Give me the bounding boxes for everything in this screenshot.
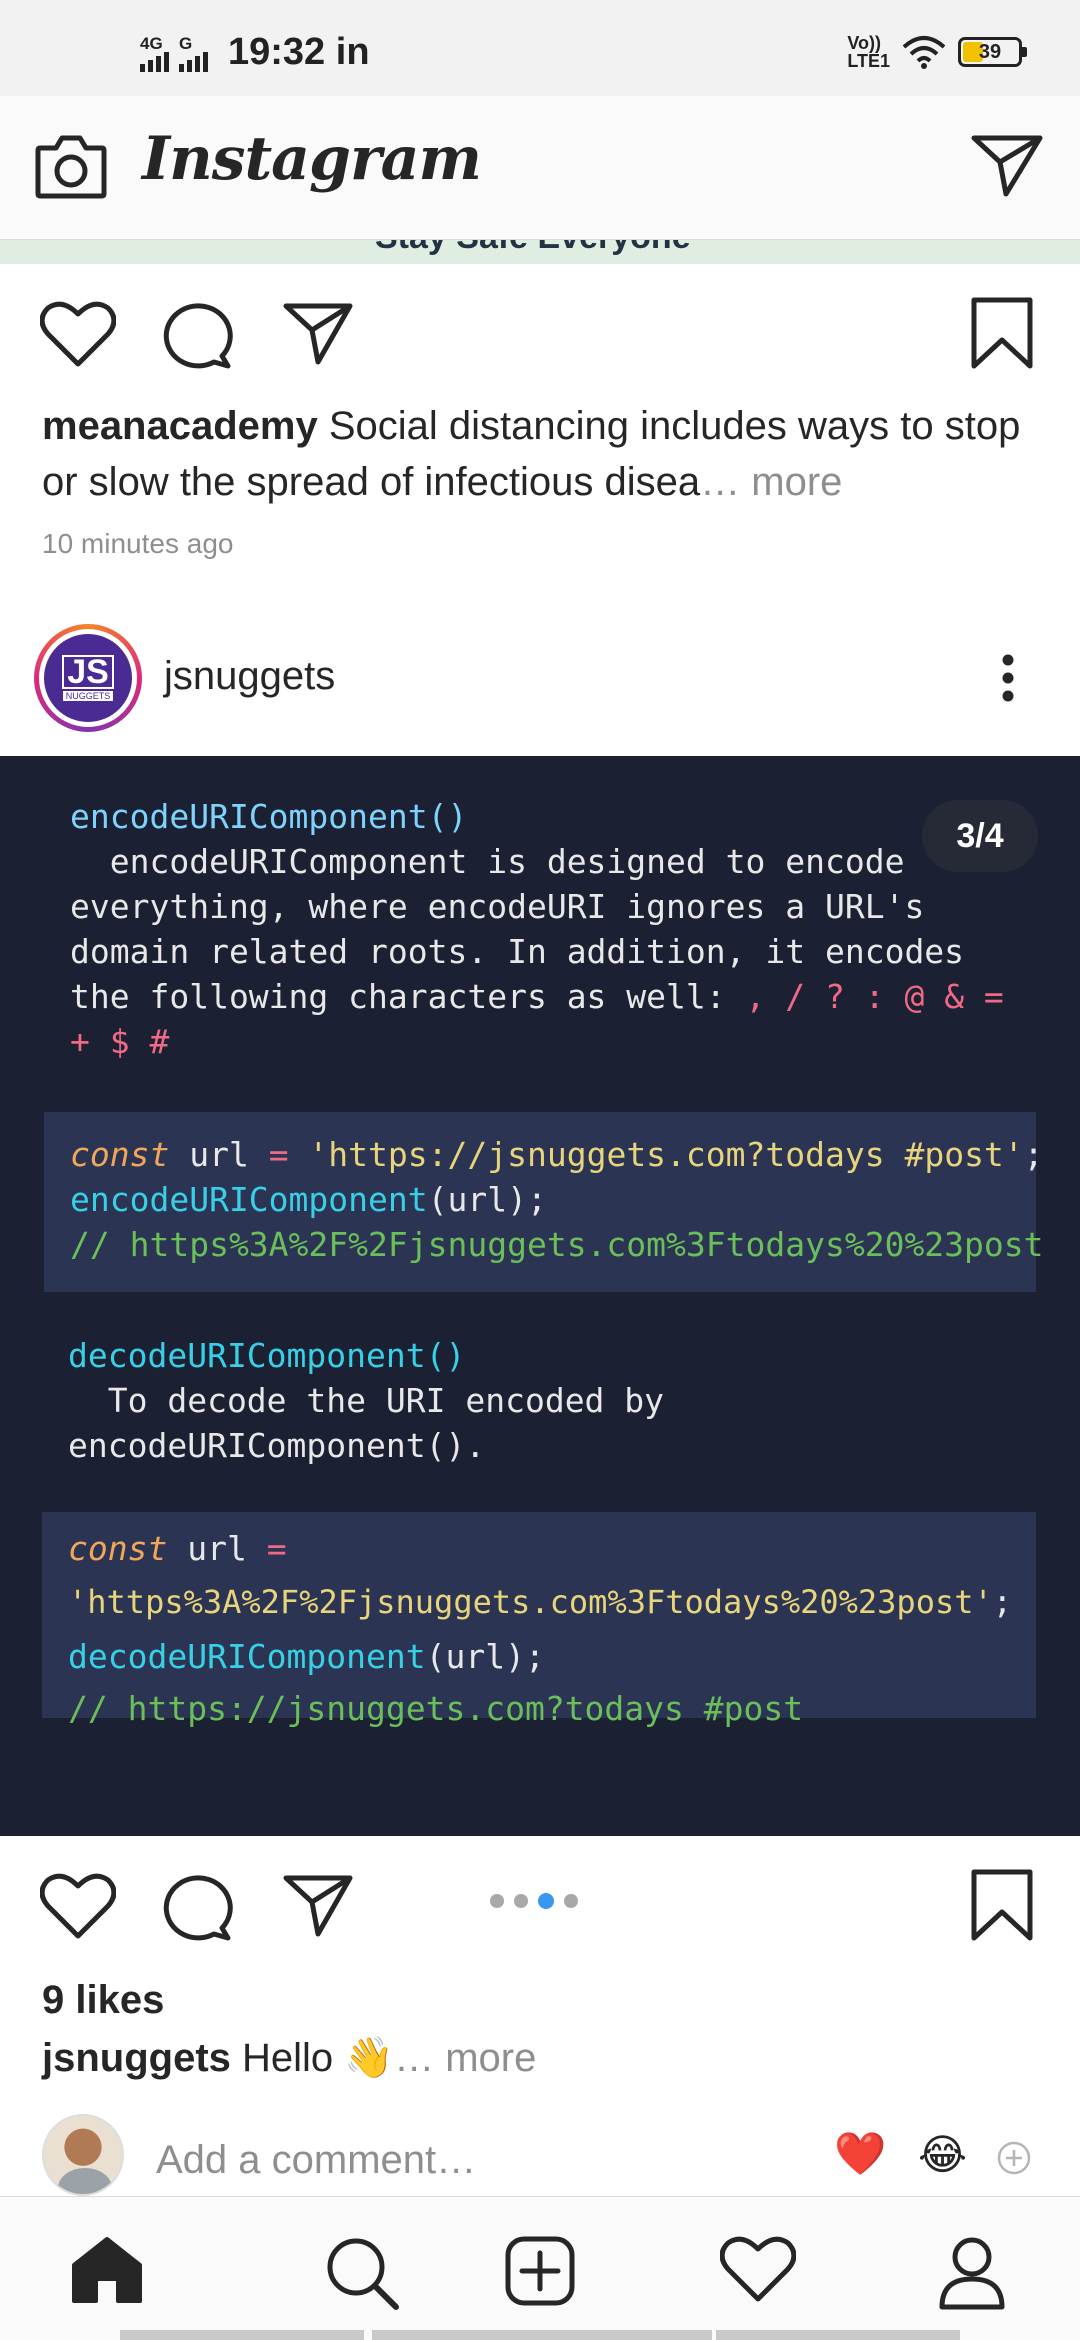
- direct-send-icon[interactable]: [970, 132, 1044, 198]
- carousel-dot-active: [538, 1893, 554, 1909]
- slide-para-line: To decode the URI encoded by: [68, 1381, 665, 1420]
- post-username[interactable]: jsnuggets: [164, 654, 335, 699]
- likes-count[interactable]: 9 likes: [42, 1978, 164, 2023]
- like-heart-icon[interactable]: [40, 1872, 116, 1940]
- caption-more-link[interactable]: … more: [394, 2036, 536, 2080]
- code-line: const url = 'https://jsnuggets.com?today…: [70, 1135, 1044, 1174]
- code-line: decodeURIComponent(url);: [68, 1637, 545, 1676]
- carousel-counter: 3/4: [922, 800, 1038, 872]
- slide-title-decode: decodeURIComponent(): [68, 1336, 466, 1375]
- more-options-icon[interactable]: [998, 650, 1018, 706]
- camera-icon[interactable]: [34, 134, 108, 200]
- post-timestamp: 10 minutes ago: [42, 528, 234, 559]
- gesture-bar: [716, 2330, 960, 2340]
- prev-post-image-text: Stay Safe Everyone: [375, 240, 691, 257]
- avatar-text: JS: [62, 655, 114, 689]
- slide-para-line: everything, where encodeURI ignores a UR…: [70, 887, 925, 926]
- bottom-navigation: [0, 2196, 1080, 2340]
- save-bookmark-icon[interactable]: [970, 296, 1034, 370]
- carousel-dots: [490, 1893, 578, 1909]
- previous-post-caption: meanacademy Social distancing includes w…: [42, 398, 1042, 510]
- app-logo: Instagram: [142, 124, 482, 194]
- network-type-label-2: G: [179, 34, 193, 53]
- network-type-label: 4G: [140, 34, 163, 53]
- jsnuggets-logo: JS NUGGETS: [44, 634, 132, 722]
- status-left: 4G G 19:32 in: [140, 32, 370, 72]
- quick-reaction-heart[interactable]: ❤️: [834, 2130, 886, 2179]
- battery-level: 39: [978, 40, 1002, 63]
- code-comment: // https://jsnuggets.com?todays #post: [68, 1689, 804, 1728]
- code-comment: // https%3A%2F%2Fjsnuggets.com%3Ftodays%…: [70, 1225, 1044, 1264]
- slide-para-line: encodeURIComponent().: [68, 1426, 486, 1465]
- carousel-dot: [514, 1894, 528, 1908]
- slide-para-line: + $ #: [70, 1022, 170, 1061]
- share-icon[interactable]: [282, 1872, 354, 1938]
- code-line: 'https%3A%2F%2Fjsnuggets.com%3Ftodays%20…: [68, 1583, 1013, 1621]
- slide-para-line: the following characters as well: , / ? …: [70, 977, 1004, 1016]
- carousel-dot: [564, 1894, 578, 1908]
- status-bar: 4G G 19:32 in Vo)) LTE1 39: [0, 0, 1080, 96]
- caption-text: Hello 👋: [230, 2036, 395, 2080]
- comment-input[interactable]: [156, 2132, 796, 2188]
- activity-heart-icon[interactable]: [720, 2235, 796, 2303]
- user-avatar[interactable]: JS NUGGETS: [34, 624, 142, 732]
- quick-reaction-laugh[interactable]: 😂: [918, 2130, 967, 2179]
- my-avatar: [42, 2114, 124, 2196]
- search-icon[interactable]: [324, 2235, 400, 2311]
- avatar-subtext: NUGGETS: [62, 691, 114, 701]
- slide-para-line: domain related roots. In addition, it en…: [70, 932, 965, 971]
- gesture-bar: [372, 2330, 712, 2340]
- caption-username[interactable]: jsnuggets: [42, 2036, 231, 2080]
- signal-strength-icon-2: G: [179, 34, 208, 72]
- caption-more-link[interactable]: … more: [700, 460, 842, 504]
- signal-strength-icon-1: 4G: [140, 34, 169, 72]
- post-caption: jsnuggets Hello 👋… more: [42, 2034, 536, 2081]
- add-reaction-icon[interactable]: [996, 2140, 1032, 2176]
- caption-username[interactable]: meanacademy: [42, 404, 318, 448]
- code-line: const url =: [68, 1529, 287, 1568]
- add-post-icon[interactable]: [504, 2235, 576, 2307]
- save-bookmark-icon[interactable]: [970, 1868, 1034, 1942]
- post-image-carousel[interactable]: 3/4 encodeURIComponent() encodeURICompon…: [0, 756, 1080, 1836]
- carousel-dot: [490, 1894, 504, 1908]
- wifi-icon: [902, 36, 946, 69]
- battery-icon: 39: [958, 37, 1027, 67]
- status-right: Vo)) LTE1 39: [847, 33, 1027, 71]
- profile-icon[interactable]: [936, 2235, 1008, 2311]
- like-heart-icon[interactable]: [40, 300, 116, 368]
- previous-post-image-edge: Stay Safe Everyone: [0, 240, 1080, 264]
- status-time: 19:32 in: [228, 31, 370, 73]
- gesture-bar: [120, 2330, 364, 2340]
- volte-indicator: Vo)) LTE1: [847, 33, 890, 71]
- share-icon[interactable]: [282, 300, 354, 366]
- app-header: Instagram: [0, 96, 1080, 240]
- slide-para-line: encodeURIComponent is designed to encode: [70, 842, 905, 881]
- home-icon[interactable]: [70, 2235, 144, 2305]
- code-line: encodeURIComponent(url);: [70, 1180, 547, 1219]
- comment-icon[interactable]: [162, 300, 234, 370]
- slide-title-encode: encodeURIComponent(): [70, 797, 468, 836]
- comment-icon[interactable]: [162, 1872, 234, 1942]
